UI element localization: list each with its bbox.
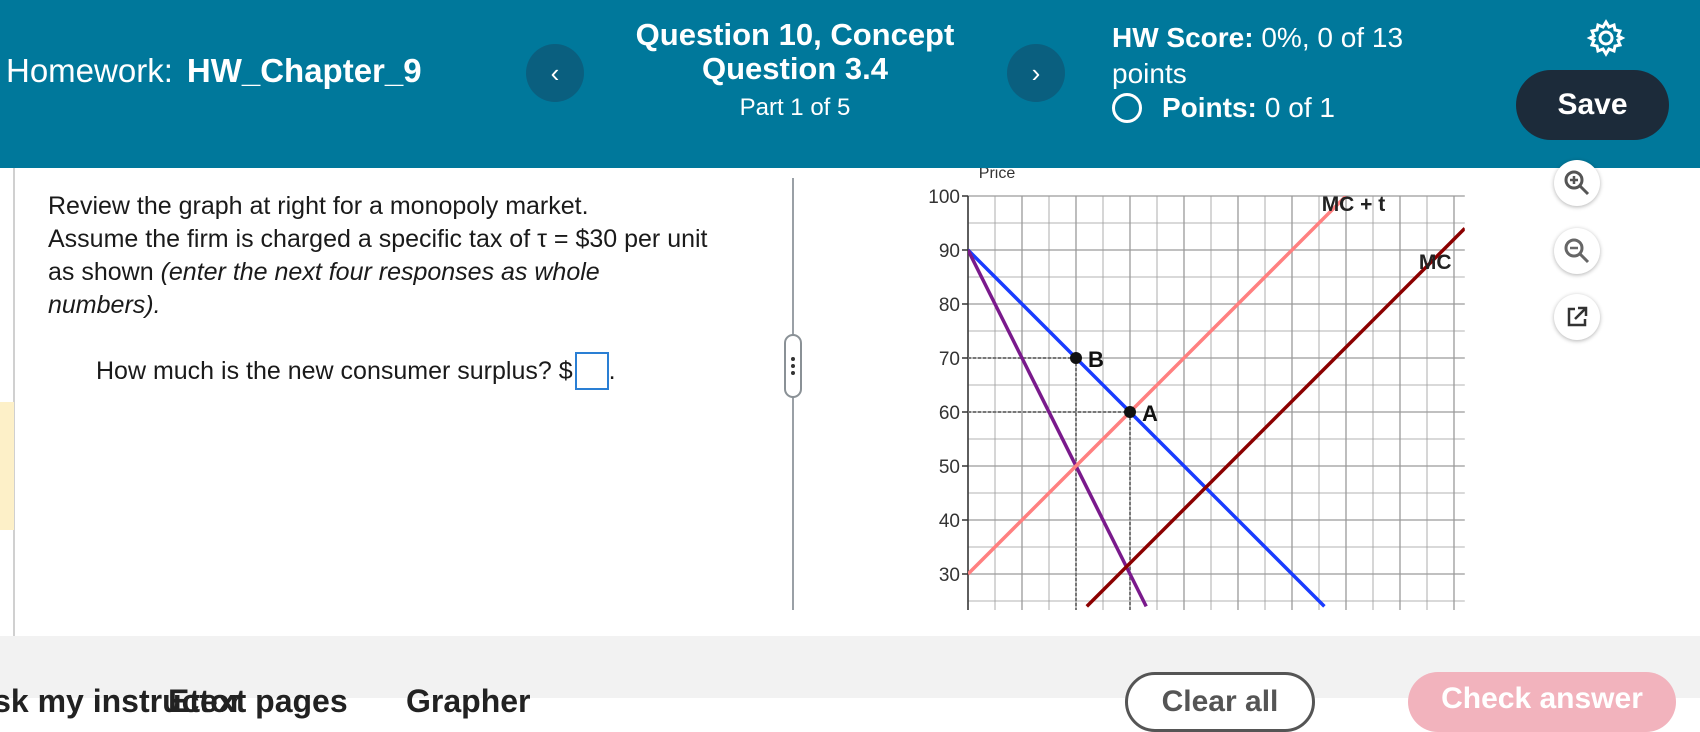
question-line-2: Assume the firm is charged a specific ta…	[48, 225, 708, 253]
y-tick-label: 90	[939, 241, 960, 262]
clear-all-button[interactable]: Clear all	[1125, 672, 1315, 732]
panel-resize-handle[interactable]	[784, 334, 802, 398]
hw-score: HW Score: 0%, 0 of 13 points	[1112, 20, 1442, 92]
homework-title: Homework: HW_Chapter_9	[6, 52, 422, 90]
y-axis-title: Price	[979, 168, 1016, 182]
mc-label: MC	[1419, 251, 1452, 274]
check-answer-button[interactable]: Check answer	[1408, 672, 1676, 732]
points-status: Points: 0 of 1	[1112, 92, 1335, 124]
status-circle-icon	[1112, 93, 1142, 123]
y-tick-label: 100	[928, 187, 960, 208]
homework-name: HW_Chapter_9	[186, 52, 422, 89]
prompt-end: .	[608, 356, 616, 385]
question-line-1: Review the graph at right for a monopoly…	[48, 192, 589, 220]
popout-icon[interactable]	[1554, 294, 1600, 340]
y-tick-label: 60	[939, 403, 960, 424]
point-a	[1124, 406, 1136, 418]
y-tick-label: 80	[939, 295, 960, 316]
save-button[interactable]: Save	[1516, 70, 1669, 140]
question-title: Question 10, Concept Question 3.4	[635, 17, 955, 86]
etext-pages-link[interactable]: Etext pages	[168, 683, 348, 720]
y-tick-label: 70	[939, 349, 960, 370]
zoom-in-icon[interactable]	[1554, 160, 1600, 206]
chevron-right-icon: ›	[1031, 57, 1041, 88]
next-question-button[interactable]: ›	[1007, 44, 1065, 102]
y-tick-label: 30	[939, 565, 960, 586]
y-tick-label: 50	[939, 457, 960, 478]
mc-plus-tax-label: MC + t	[1322, 193, 1386, 216]
question-text: Review the graph at right for a monopoly…	[48, 190, 768, 322]
question-line-3: as shown (enter the next four responses …	[48, 258, 600, 286]
prompt-text: How much is the new consumer surplus? $	[96, 356, 573, 385]
point-label-b: B	[1088, 347, 1104, 372]
graph-panel: Price 100 90 80 70 60 50 40 30 B A MC + t MC	[910, 168, 1540, 610]
grapher-link[interactable]: Grapher	[406, 683, 530, 720]
zoom-out-icon[interactable]	[1554, 228, 1600, 274]
homework-label: Homework:	[6, 52, 173, 89]
question-line-4: numbers).	[48, 291, 161, 319]
y-tick-label: 40	[939, 511, 960, 532]
monopoly-graph: Price 100 90 80 70 60 50 40 30 B A MC + t MC	[928, 168, 1465, 610]
previous-question-button[interactable]: ‹	[526, 44, 584, 102]
side-tab[interactable]	[0, 402, 14, 530]
points-label: Points:	[1162, 92, 1257, 123]
point-b	[1070, 352, 1082, 364]
header-bar: Homework: HW_Chapter_9 ‹ Question 10, Con…	[0, 0, 1700, 168]
consumer-surplus-prompt: How much is the new consumer surplus? $ …	[96, 352, 616, 390]
chevron-left-icon: ‹	[550, 57, 560, 88]
points-value: 0 of 1	[1264, 92, 1335, 123]
question-part: Part 1 of 5	[739, 94, 851, 121]
consumer-surplus-input[interactable]	[574, 352, 609, 390]
point-label-a: A	[1142, 401, 1158, 426]
hw-score-label: HW Score:	[1112, 22, 1254, 53]
gear-icon[interactable]	[1586, 18, 1626, 58]
